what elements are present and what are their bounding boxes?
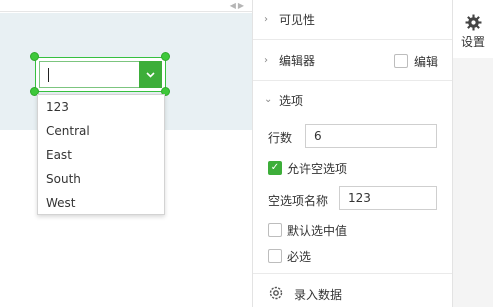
empty-name-label: 空选项名称 xyxy=(268,194,329,208)
editor-checkbox-label: 编辑 xyxy=(414,55,439,69)
chevron-right-icon: › xyxy=(264,55,268,66)
editor-checkbox[interactable] xyxy=(394,54,408,68)
allow-empty-label: 允许空选项 xyxy=(287,162,348,176)
rows-input[interactable]: 6 xyxy=(305,124,437,148)
chevron-right-icon: › xyxy=(264,14,268,25)
required-checkbox[interactable] xyxy=(268,249,282,263)
double-chevron-icon[interactable]: ◀▶ xyxy=(230,0,246,12)
resize-handle-top-left[interactable] xyxy=(30,52,39,61)
default-middle-checkbox[interactable] xyxy=(268,223,282,237)
combobox-widget[interactable] xyxy=(35,57,166,92)
section-title: 可见性 xyxy=(279,13,316,27)
dropdown-option[interactable]: East xyxy=(38,143,164,167)
section-editor[interactable]: › 编辑器 编辑 xyxy=(253,41,453,81)
settings-panel: › 可见性 › 编辑器 编辑 ⌄ 选项 行数 6 ✓ 允许空选项 空选项名称 1… xyxy=(252,0,453,307)
section-title: 编辑器 xyxy=(279,54,316,68)
allow-empty-checkbox[interactable]: ✓ xyxy=(268,161,282,175)
tab-settings-label: 设置 xyxy=(460,35,485,49)
tab-settings[interactable]: 设置 xyxy=(453,0,493,58)
gear-icon xyxy=(269,286,283,300)
chevron-down-icon xyxy=(146,71,155,78)
section-visibility[interactable]: › 可见性 xyxy=(253,0,453,40)
record-data-row[interactable]: 录入数据 xyxy=(253,273,453,307)
canvas-top-bar: ◀▶ xyxy=(0,0,252,12)
right-tab-strip: 设置 xyxy=(452,0,493,307)
combobox-input[interactable] xyxy=(39,61,162,88)
chevron-down-icon: ⌄ xyxy=(264,94,273,105)
design-canvas[interactable]: ◀▶ 123 Central East South West xyxy=(0,0,252,307)
section-title: 选项 xyxy=(279,94,304,108)
empty-name-input[interactable]: 123 xyxy=(339,186,437,210)
dropdown-option[interactable]: West xyxy=(38,191,164,215)
rows-label: 行数 xyxy=(268,131,293,145)
dropdown-option[interactable]: South xyxy=(38,167,164,191)
gear-icon xyxy=(465,14,482,31)
default-middle-label: 默认选中值 xyxy=(287,224,348,238)
dropdown-option[interactable]: Central xyxy=(38,119,164,143)
text-caret xyxy=(48,68,49,82)
section-options[interactable]: ⌄ 选项 xyxy=(253,81,453,121)
dropdown-option[interactable]: 123 xyxy=(38,95,164,119)
record-data-label: 录入数据 xyxy=(294,288,343,302)
dropdown-options-list[interactable]: 123 Central East South West xyxy=(37,94,165,215)
dropdown-button[interactable] xyxy=(139,61,162,88)
resize-handle-top-right[interactable] xyxy=(161,52,170,61)
required-label: 必选 xyxy=(287,250,312,264)
